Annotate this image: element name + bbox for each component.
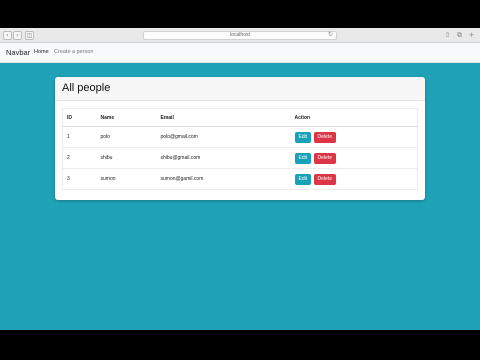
cell-email: sumon@gamil.com <box>156 168 291 190</box>
new-tab-icon[interactable]: + <box>467 31 476 40</box>
cell-name: sumon <box>96 168 157 190</box>
cell-action: Edit Delete <box>290 147 418 169</box>
cell-id: 3 <box>62 168 97 190</box>
card-title: All people <box>62 82 111 94</box>
header-action: Action <box>290 108 418 127</box>
people-table: ID Name Email Action 1 polo polo@gmail.c… <box>62 108 418 190</box>
browser-window: ‹ › ◫ localhost ↻ ⇧ ⧉ + Navbar Home Crea… <box>0 28 480 330</box>
card-body: ID Name Email Action 1 polo polo@gmail.c… <box>55 101 425 197</box>
delete-button[interactable]: Delete <box>313 152 336 164</box>
forward-icon[interactable]: › <box>13 31 22 40</box>
cell-email: polo@gmail.com <box>156 126 291 148</box>
cell-action: Edit Delete <box>290 126 418 148</box>
header-email: Email <box>156 108 291 127</box>
app-navbar: Navbar Home Create a person <box>0 43 480 63</box>
table-row: 3 sumon sumon@gamil.com Edit Delete <box>62 168 418 190</box>
table-row: 2 shibu shibu@gmail.com Edit Delete <box>62 147 418 169</box>
sidebar-icon[interactable]: ◫ <box>25 31 34 40</box>
cell-id: 2 <box>62 147 97 169</box>
table-row: 1 polo polo@gmail.com Edit Delete <box>62 126 418 148</box>
tabs-icon[interactable]: ⧉ <box>455 31 464 40</box>
edit-button[interactable]: Edit <box>294 173 312 185</box>
cell-name: shibu <box>96 147 157 169</box>
navbar-brand[interactable]: Navbar <box>6 48 30 57</box>
back-icon[interactable]: ‹ <box>3 31 12 40</box>
address-bar[interactable]: localhost ↻ <box>143 31 337 40</box>
delete-button[interactable]: Delete <box>313 131 336 143</box>
cell-id: 1 <box>62 126 97 148</box>
table-header-row: ID Name Email Action <box>62 108 418 127</box>
edit-button[interactable]: Edit <box>294 131 312 143</box>
browser-toolbar: ‹ › ◫ localhost ↻ ⇧ ⧉ + <box>0 28 480 43</box>
cell-action: Edit Delete <box>290 168 418 190</box>
reload-icon[interactable]: ↻ <box>328 32 333 39</box>
edit-button[interactable]: Edit <box>294 152 312 164</box>
header-id: ID <box>62 108 97 127</box>
cell-email: shibu@gmail.com <box>156 147 291 169</box>
header-name: Name <box>96 108 157 127</box>
url-text: localhost <box>230 32 250 38</box>
nav-link-create-person[interactable]: Create a person <box>54 49 93 55</box>
share-icon[interactable]: ⇧ <box>443 31 452 40</box>
cell-name: polo <box>96 126 157 148</box>
people-card: All people ID Name Email Action 1 polo p… <box>55 77 425 200</box>
delete-button[interactable]: Delete <box>313 173 336 185</box>
nav-link-home[interactable]: Home <box>34 49 49 55</box>
card-header: All people <box>55 77 425 101</box>
